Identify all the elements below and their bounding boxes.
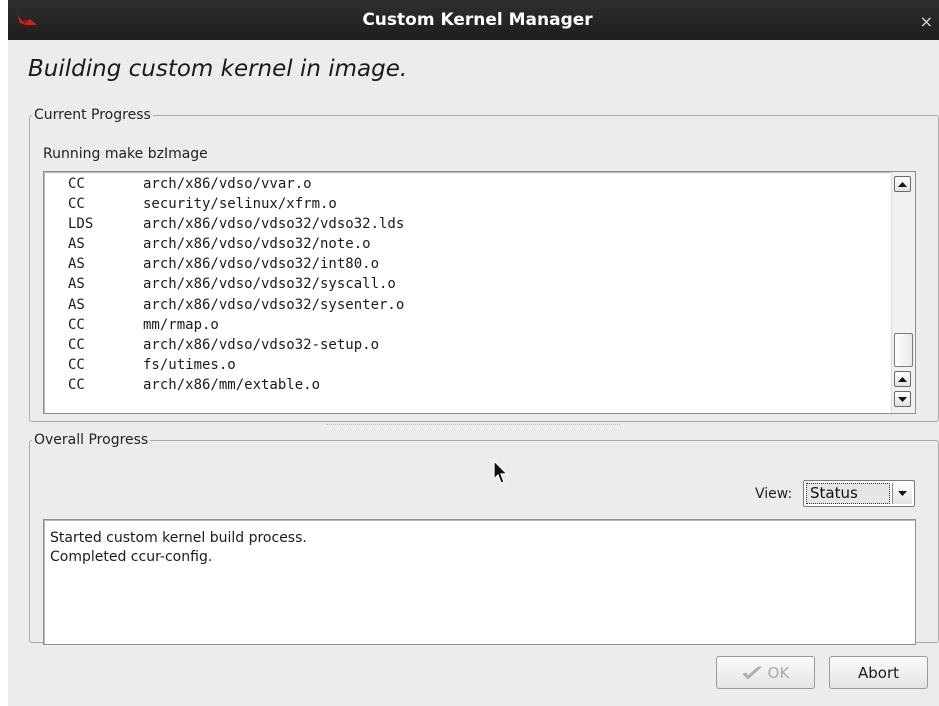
build-log-area[interactable]: CC arch/x86/vdso/vvar.o CC security/selinux… (43, 171, 916, 414)
status-lines: Started custom kernel build process. Comp… (50, 529, 307, 567)
log-command: AS (68, 256, 85, 273)
log-path: arch/x86/vdso/vdso32/note.o (143, 236, 371, 253)
status-line: Started custom kernel build process. (50, 530, 307, 546)
mouse-pointer-icon (493, 460, 509, 484)
log-command: CC (68, 196, 85, 213)
view-label: View: (755, 486, 793, 502)
log-path: fs/utimes.o (143, 356, 236, 373)
log-path: arch/x86/vdso/vdso32/vdso32.lds (143, 216, 405, 233)
view-select[interactable]: Status (803, 480, 915, 507)
scroll-thumb[interactable] (894, 333, 913, 367)
chevron-down-icon[interactable] (892, 483, 912, 504)
log-line: AS arch/x86/vdso/vdso32/sysenter.o (68, 295, 404, 315)
custom-kernel-manager-window: Custom Kernel Manager × Building custom … (8, 0, 939, 706)
scroll-up-arrow-icon[interactable] (894, 176, 911, 192)
abort-button[interactable]: Abort (829, 656, 928, 689)
log-command: CC (68, 316, 85, 333)
log-path: arch/x86/mm/extable.o (143, 376, 321, 393)
current-progress-group: Current Progress Running make bzImage CC… (29, 107, 939, 422)
overall-progress-group: Overall Progress View: Status Started cu… (29, 432, 939, 645)
log-command: CC (68, 376, 85, 393)
log-line: CC security/selinux/xfrm.o (68, 194, 404, 214)
ok-checkmark-icon (742, 666, 762, 679)
log-command: AS (68, 236, 85, 253)
page-heading: Building custom kernel in image. (28, 56, 408, 82)
log-line: CC fs/utimes.o (68, 355, 404, 375)
titlebar[interactable]: Custom Kernel Manager × (8, 0, 939, 40)
window-title: Custom Kernel Manager (362, 10, 593, 30)
log-line: CC arch/x86/vdso/vdso32-setup.o (68, 335, 404, 355)
scroll-up-arrow-icon-lower[interactable] (894, 371, 911, 387)
log-line: CC mm/rmap.o (68, 315, 404, 335)
log-line: CC arch/x86/mm/extable.o (68, 375, 404, 395)
log-command: AS (68, 296, 85, 313)
log-line: CC arch/x86/vdso/vvar.o (68, 174, 404, 194)
current-task-label: Running make bzImage (43, 146, 208, 162)
close-icon[interactable]: × (920, 0, 933, 40)
scroll-down-arrow-icon[interactable] (894, 391, 911, 407)
log-path: arch/x86/vdso/vdso32/sysenter.o (143, 296, 405, 313)
status-text-area[interactable]: Started custom kernel build process. Comp… (43, 519, 916, 645)
splitter-handle[interactable] (326, 424, 620, 425)
log-line: LDS arch/x86/vdso/vdso32/vdso32.lds (68, 214, 404, 234)
log-line: AS arch/x86/vdso/vdso32/note.o (68, 234, 404, 254)
log-command: LDS (68, 216, 94, 233)
log-scrollbar[interactable] (891, 172, 915, 413)
log-path: security/selinux/xfrm.o (143, 196, 337, 213)
log-path: arch/x86/vdso/vdso32/syscall.o (143, 276, 396, 293)
log-path: arch/x86/vdso/vdso32/int80.o (143, 256, 380, 273)
log-command: CC (68, 356, 85, 373)
log-command: AS (68, 276, 85, 293)
status-line: Completed ccur-config. (50, 549, 213, 565)
ok-button-label: OK (767, 663, 790, 682)
overall-progress-legend: Overall Progress (34, 432, 149, 448)
abort-button-label: Abort (857, 663, 899, 682)
log-command: CC (68, 176, 85, 192)
current-progress-legend: Current Progress (34, 107, 151, 123)
log-line: AS arch/x86/vdso/vdso32/int80.o (68, 254, 404, 274)
log-path: arch/x86/vdso/vvar.o (143, 176, 312, 192)
log-command: CC (68, 336, 85, 353)
ok-button[interactable]: OK (716, 656, 815, 689)
build-log-lines: CC arch/x86/vdso/vvar.o CC security/selinux… (68, 174, 404, 395)
log-line: AS arch/x86/vdso/vdso32/syscall.o (68, 274, 404, 294)
log-path: mm/rmap.o (143, 316, 219, 333)
log-path: arch/x86/vdso/vdso32-setup.o (143, 336, 380, 353)
view-select-value[interactable]: Status (806, 483, 890, 504)
